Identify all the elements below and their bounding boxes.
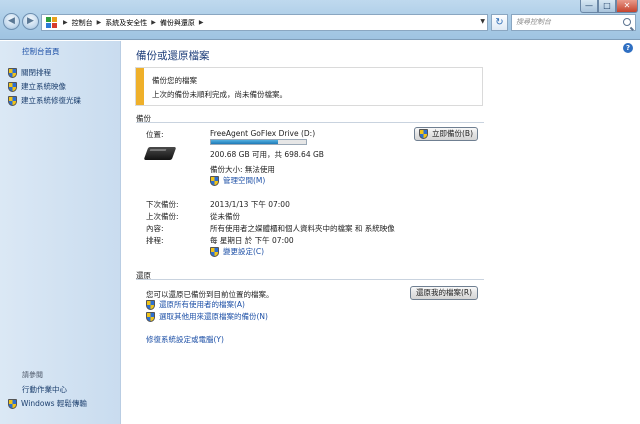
- content-label: 內容:: [146, 224, 164, 233]
- select-other-backup-label: 選取其他用來還原檔案的備份(N): [159, 312, 268, 321]
- sidebar-item-label: 關閉排程: [21, 68, 51, 77]
- chevron-down-icon[interactable]: ▼: [480, 18, 485, 25]
- manage-space-label: 管理空間(M): [223, 176, 266, 185]
- sidebar-item-create-repair-disc[interactable]: 建立系統修復光碟: [8, 95, 81, 106]
- sidebar-item-label: 建立系統映像: [21, 82, 66, 91]
- disk-usage-fill: [211, 140, 279, 144]
- breadcrumb-backup-restore[interactable]: 備份與還原: [160, 18, 195, 28]
- maximize-icon: □: [603, 1, 611, 10]
- drive-name: FreeAgent GoFlex Drive (D:): [210, 129, 316, 138]
- control-panel-icon: [45, 16, 59, 29]
- restore-all-users-label: 還原所有使用者的檔案(A): [159, 300, 245, 309]
- backup-now-label: 立即備份(B): [432, 129, 473, 138]
- sidebar-item-turn-off-schedule[interactable]: 關閉排程: [8, 67, 51, 78]
- sidebar: 控制台首頁 關閉排程 建立系統映像 建立系統修復光碟 請參閱 行動作業中心 Wi…: [0, 41, 121, 424]
- address-bar[interactable]: ▶ 控制台 ▶ 系統及安全性 ▶ 備份與還原 ▶ ▼: [41, 14, 488, 31]
- schedule-value: 每 星期日 於 下午 07:00: [210, 236, 294, 245]
- search-input[interactable]: 搜尋控制台: [511, 14, 636, 31]
- change-settings-label: 變更設定(C): [223, 247, 265, 256]
- last-backup-label: 上次備份:: [146, 212, 179, 221]
- content-value: 所有使用者之媒體櫃和個人資料夾中的檔案 和 系統映像: [210, 224, 395, 233]
- forward-button[interactable]: ▶: [22, 13, 39, 30]
- page-title: 備份或還原檔案: [136, 50, 210, 62]
- warning-title: 備份您的檔案: [152, 76, 197, 85]
- external-drive-icon: [143, 144, 177, 164]
- window-titlebar: ◀ ▶ ▶ 控制台 ▶ 系統及安全性 ▶ 備份與還原 ▶ ▼ ↻ 搜尋控制台 —…: [0, 0, 640, 40]
- search-placeholder: 搜尋控制台: [516, 18, 551, 26]
- uac-shield-icon: [146, 299, 155, 310]
- breadcrumb-control-panel[interactable]: 控制台: [72, 18, 93, 28]
- backup-now-button[interactable]: 立即備份(B): [414, 127, 478, 141]
- arrow-right-icon: ▶: [27, 16, 34, 26]
- next-backup-label: 下次備份:: [146, 200, 179, 209]
- refresh-icon: ↻: [495, 17, 504, 28]
- warning-stripe: [136, 68, 144, 105]
- uac-shield-icon: [419, 129, 428, 139]
- sidebar-control-panel-home[interactable]: 控制台首頁: [22, 46, 60, 57]
- sidebar-item-label: Windows 輕鬆傳輸: [21, 399, 87, 408]
- chevron-right-icon[interactable]: ▶: [97, 19, 102, 26]
- uac-shield-icon: [8, 81, 17, 92]
- recover-system-settings-link[interactable]: 修復系統設定或電腦(Y): [146, 334, 224, 345]
- minimize-icon: —: [585, 1, 593, 10]
- search-icon: [623, 18, 631, 26]
- location-label: 位置:: [146, 130, 164, 139]
- disk-usage-bar: [210, 139, 307, 145]
- main-content: ? 備份或還原檔案 備份您的檔案 上次的備份未順利完成，尚未備份檔案。 備份 位…: [122, 41, 640, 424]
- warning-banner: 備份您的檔案 上次的備份未順利完成，尚未備份檔案。: [135, 67, 483, 106]
- sidebar-item-label: 建立系統修復光碟: [21, 96, 81, 105]
- refresh-button[interactable]: ↻: [491, 14, 508, 31]
- uac-shield-icon: [8, 95, 17, 106]
- uac-shield-icon: [210, 175, 219, 186]
- see-also-heading: 請參閱: [22, 371, 43, 379]
- backup-size-text: 備份大小: 無法使用: [210, 165, 275, 174]
- close-icon: ✕: [623, 1, 631, 10]
- back-button[interactable]: ◀: [3, 13, 20, 30]
- restore-my-files-button[interactable]: 還原我的檔案(R): [410, 286, 478, 300]
- next-backup-value: 2013/1/13 下午 07:00: [210, 200, 290, 209]
- restore-all-users-link[interactable]: 還原所有使用者的檔案(A): [146, 299, 245, 310]
- help-button[interactable]: ?: [623, 43, 633, 53]
- manage-space-link[interactable]: 管理空間(M): [210, 175, 265, 186]
- divider: [136, 122, 484, 123]
- divider: [136, 279, 484, 280]
- disk-space-text: 200.68 GB 可用，共 698.64 GB: [210, 150, 324, 159]
- uac-shield-icon: [210, 246, 219, 257]
- schedule-label: 排程:: [146, 236, 164, 245]
- breadcrumb-system-security[interactable]: 系統及安全性: [105, 18, 147, 28]
- chevron-right-icon[interactable]: ▶: [151, 19, 156, 26]
- arrow-left-icon: ◀: [8, 16, 15, 26]
- maximize-button[interactable]: □: [598, 0, 616, 13]
- warning-message: 上次的備份未順利完成，尚未備份檔案。: [152, 90, 287, 99]
- minimize-button[interactable]: —: [580, 0, 598, 13]
- change-settings-link[interactable]: 變更設定(C): [210, 246, 264, 257]
- chevron-right-icon: ▶: [63, 19, 68, 26]
- select-other-backup-link[interactable]: 選取其他用來還原檔案的備份(N): [146, 311, 268, 322]
- sidebar-item-windows-easy-transfer[interactable]: Windows 輕鬆傳輸: [8, 398, 87, 409]
- sidebar-item-create-system-image[interactable]: 建立系統映像: [8, 81, 66, 92]
- uac-shield-icon: [146, 311, 155, 322]
- uac-shield-icon: [8, 67, 17, 78]
- sidebar-item-action-center[interactable]: 行動作業中心: [22, 384, 67, 395]
- close-button[interactable]: ✕: [616, 0, 638, 13]
- uac-shield-icon: [8, 398, 17, 409]
- help-icon: ?: [625, 44, 631, 52]
- last-backup-value: 從未備份: [210, 212, 240, 221]
- chevron-right-icon[interactable]: ▶: [199, 19, 204, 26]
